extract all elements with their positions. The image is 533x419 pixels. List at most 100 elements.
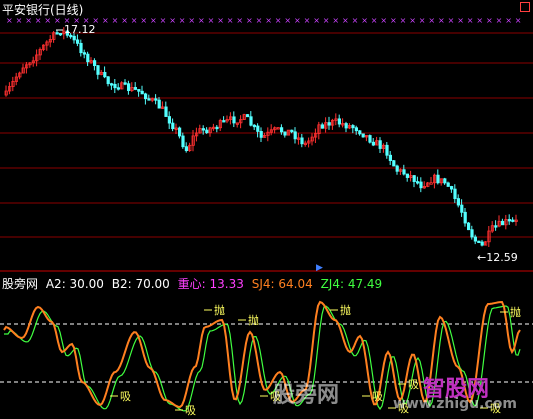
candle-body [181,135,185,148]
candle-body [245,114,250,118]
candle-body [55,32,59,35]
cross-marker: × [217,16,224,25]
candle-body [259,131,263,138]
candle-body [337,118,342,125]
candle-body [86,53,90,63]
cross-marker: × [361,16,368,25]
cross-marker: × [332,16,339,25]
cross-marker: × [515,16,522,25]
cross-marker: × [419,16,426,25]
high-price-label: 17.12 [64,23,96,36]
candle-body [82,52,86,55]
cross-marker: × [390,16,397,25]
candle-body [106,76,110,85]
candle-body [167,116,171,124]
buy-signal-label: 吸 [372,390,383,403]
candle-body [395,165,399,172]
candle-body [449,186,454,190]
candle-body [419,181,423,189]
cross-marker: × [505,16,512,25]
candle-body [123,82,127,85]
indicator-name: 股旁网 [2,277,39,291]
candle-body [320,124,325,129]
cross-marker: × [275,16,282,25]
indicator-header: 股旁网 A2: 30.00 B2: 70.00 重心: 13.33 SJ4: 6… [2,275,386,292]
scroll-marker-icon: ▶ [316,263,323,272]
candle-body [344,123,348,129]
series-zj4-name: ZJ4: [320,277,344,291]
candle-body [116,87,120,90]
candle-body [358,130,362,135]
candle-body [222,120,226,123]
watermark-url: www.zhigu.com [393,396,517,412]
cross-marker: × [467,16,474,25]
candle-body [300,137,304,145]
price-chart-panel[interactable]: × × × × × × × × × × × × × × × × × × × × × × × × × × × × × × × × × × × × × × × ×… [0,0,533,272]
stock-title: 平安银行(日线) [2,3,84,17]
cross-marker: × [352,16,359,25]
cross-marker: × [486,16,493,25]
cross-marker: × [188,16,195,25]
buy-signal-label: 吸 [120,390,131,403]
candle-body [205,129,209,134]
indicator-panel[interactable]: 抛抛抛抛吸吸吸吸吸吸吸 股旁网 A2: 30.00 B2: 70.00 重心: … [0,272,533,419]
candle-body [378,140,382,149]
candle-body [392,160,396,167]
cross-marker: × [169,16,176,25]
cross-marker: × [160,16,167,25]
candle-body [279,127,284,133]
candle-body [511,219,515,222]
candle-body [293,131,297,140]
cross-marker: × [342,16,349,25]
series-zj4-value: 47.49 [347,277,383,291]
cross-marker: × [428,16,435,25]
cross-marker: × [265,16,272,25]
candle-body [402,169,406,175]
buy-signal-label: 吸 [185,404,196,417]
candle-body [249,116,253,126]
candle-body [171,122,175,130]
candle-body [147,98,151,101]
candle-body [154,98,158,101]
cross-marker: × [294,16,301,25]
candle-body [59,33,63,36]
sell-signal-label: 抛 [248,313,259,327]
cross-marker: × [131,16,138,25]
candle-body [351,125,355,129]
candle-body [480,241,484,246]
candle-body [460,204,464,213]
candlestick-chart[interactable]: × × × × × × × × × × × × × × × × × × × × × × × × × × × × × × × × × × × × × × × ×… [0,0,533,272]
cross-marker: × [380,16,387,25]
candle-body [354,127,359,132]
buy-signal-label: 吸 [408,378,419,391]
cross-marker: × [256,16,263,25]
candle-body [201,128,205,131]
candle-body [215,126,219,130]
candle-body [463,211,467,224]
sell-signal-label: 抛 [214,303,225,317]
candle-body [368,135,372,143]
candle-body [140,90,144,95]
param-a2: A2: 30.00 [45,277,104,291]
candle-body [412,175,416,183]
sell-signal-label: 抛 [510,305,521,319]
candle-body [164,106,168,117]
low-price-label: ←12.59 [477,251,518,264]
candle-body [405,173,410,178]
candle-body [133,87,137,90]
candle-body [157,99,161,109]
cross-marker: × [198,16,205,25]
cross-marker: × [323,16,330,25]
cross-marker: × [112,16,119,25]
candle-body [453,188,457,199]
window-control-icon[interactable] [520,2,530,12]
candle-body [327,122,331,126]
series-sj4-value: 64.04 [278,277,313,291]
candle-body [429,182,433,185]
series-center-value: 13.33 [209,277,244,291]
cross-marker: × [284,16,291,25]
candle-body [415,181,420,184]
candle-body [110,83,114,86]
candle-body [137,89,141,92]
candle-body [143,93,148,100]
